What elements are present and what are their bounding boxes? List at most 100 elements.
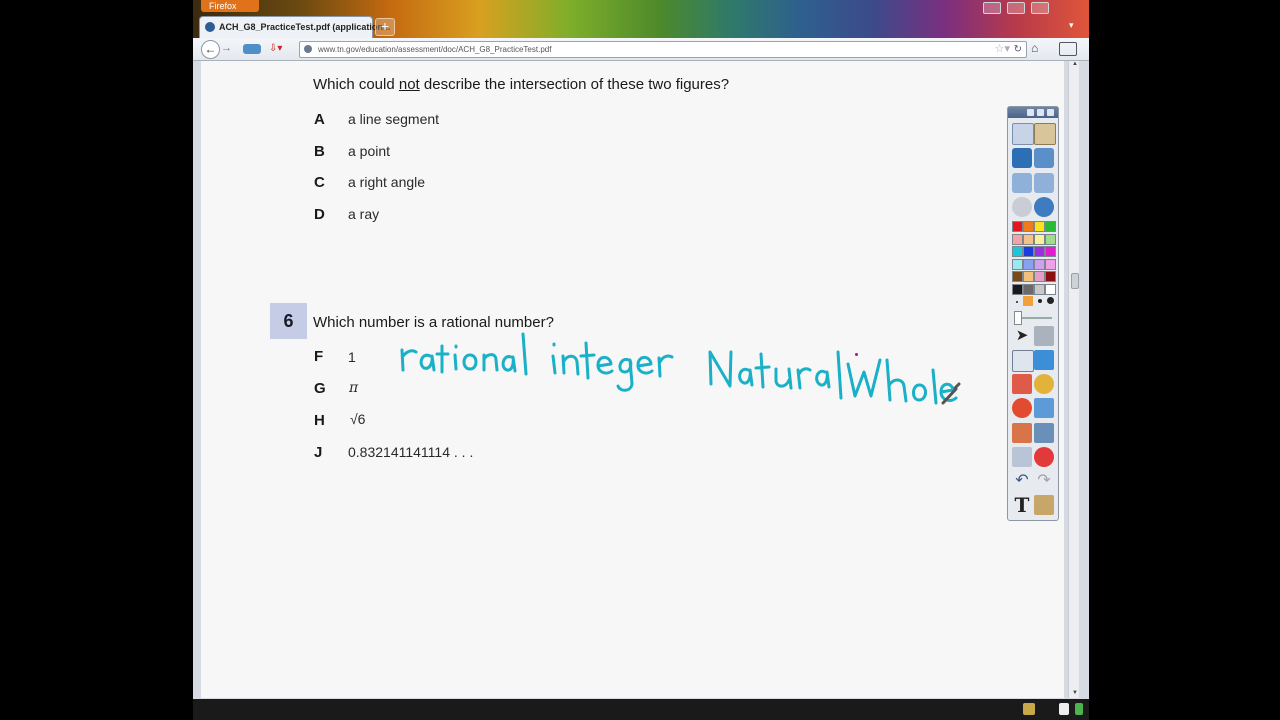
magic-pen-icon[interactable] (1034, 398, 1054, 418)
url-text: www.tn.gov/education/assessment/doc/ACH_… (318, 45, 552, 54)
color-swatch[interactable] (1012, 283, 1023, 295)
option-text: 1 (348, 349, 356, 365)
fill-icon[interactable] (1034, 374, 1054, 394)
color-swatch[interactable] (1045, 246, 1056, 257)
thin-line-icon[interactable] (1016, 301, 1018, 303)
color-swatch[interactable] (1045, 258, 1056, 270)
question-5-text: Which could not describe the intersectio… (313, 76, 730, 93)
scrollbar-thumb[interactable] (1071, 273, 1079, 289)
pdf-page: Which could not describe the intersectio… (201, 61, 1064, 698)
insert-media-icon[interactable] (1034, 423, 1054, 443)
color-swatch[interactable] (1034, 233, 1045, 245)
scroll-down-icon[interactable]: ▼ (1072, 690, 1078, 696)
color-swatch[interactable] (1023, 246, 1034, 257)
option-text: a ray (348, 206, 380, 222)
color-swatch[interactable] (1012, 271, 1023, 282)
slider-thumb[interactable] (1014, 311, 1022, 325)
color-swatch[interactable] (1012, 221, 1023, 232)
select-arrow-icon[interactable]: ➤ (1012, 326, 1032, 346)
menu-icon[interactable] (1059, 42, 1077, 56)
option-text: π (349, 380, 359, 396)
option-letter: F (314, 348, 324, 365)
color-swatch[interactable] (1034, 246, 1045, 257)
option-letter: A (314, 111, 325, 128)
redo-icon[interactable]: ↷ (1034, 471, 1054, 491)
url-bar[interactable]: www.tn.gov/education/assessment/doc/ACH_… (299, 41, 1027, 58)
home-icon[interactable]: ⌂ (1031, 41, 1047, 56)
pen-tool-icon[interactable] (1012, 350, 1034, 372)
download-status-icon[interactable] (1075, 703, 1083, 715)
refresh-icon[interactable] (1034, 447, 1054, 467)
option-text: a point (348, 143, 391, 159)
color-swatch[interactable] (1045, 233, 1056, 245)
back-button[interactable]: ← (201, 40, 220, 59)
highlighter-icon[interactable] (1034, 350, 1054, 370)
addon-status-icon[interactable] (1023, 703, 1035, 715)
color-swatch[interactable] (1034, 258, 1045, 270)
color-swatch[interactable] (1034, 221, 1045, 232)
eraser-icon[interactable] (1012, 374, 1032, 394)
previous-page-icon[interactable] (1012, 173, 1032, 193)
option-text: √6 (350, 411, 366, 427)
question-number-badge: 6 (270, 303, 307, 339)
option-text: a right angle (348, 174, 426, 190)
addon-icon[interactable] (243, 44, 261, 54)
page-sorter-icon[interactable] (1012, 123, 1034, 145)
screen-capture-icon[interactable] (1012, 148, 1032, 168)
screen-shade-icon[interactable] (1034, 148, 1054, 168)
text-tool-icon[interactable]: T (1012, 495, 1032, 515)
color-swatch[interactable] (1034, 271, 1045, 282)
tools-icon[interactable] (1034, 326, 1054, 346)
color-swatch[interactable] (1023, 258, 1034, 270)
color-swatch[interactable] (1023, 221, 1034, 232)
globe-icon (205, 22, 215, 32)
next-page-icon[interactable] (1034, 173, 1054, 193)
new-tab-button[interactable]: + (375, 18, 395, 36)
recorder-icon[interactable] (1012, 447, 1032, 467)
selected-width-icon[interactable] (1023, 296, 1033, 306)
palette-header[interactable] (1008, 107, 1058, 118)
forward-button[interactable]: → (221, 41, 233, 56)
site-identity-icon[interactable] (304, 45, 312, 53)
scroll-up-icon[interactable]: ▲ (1072, 61, 1078, 67)
color-swatch[interactable] (1045, 271, 1056, 282)
option-letter: J (314, 444, 323, 461)
thick-line-icon[interactable] (1047, 297, 1054, 304)
reload-icon[interactable]: ↻ (1014, 42, 1022, 57)
globe-tool-icon[interactable] (1034, 197, 1054, 217)
color-swatch[interactable] (1023, 271, 1034, 282)
color-swatch[interactable] (1012, 258, 1023, 270)
status-icon[interactable] (1059, 703, 1069, 715)
play-icon[interactable] (1012, 197, 1032, 217)
gallery-icon[interactable] (1034, 123, 1056, 145)
maximize-button[interactable] (1007, 2, 1025, 14)
color-swatch[interactable] (1045, 221, 1056, 232)
color-swatch[interactable] (1023, 233, 1034, 245)
undo-icon[interactable]: ↶ (1012, 471, 1032, 491)
list-all-tabs-icon[interactable]: ▾ (1069, 20, 1074, 31)
tab-title: ACH_G8_PracticeTest.pdf (application... (219, 22, 391, 32)
color-swatch[interactable] (1012, 233, 1023, 245)
minimize-button[interactable] (983, 2, 1001, 14)
vertical-scrollbar[interactable]: ▲ ▼ (1068, 61, 1079, 698)
palette-minimize-icon[interactable] (1037, 109, 1044, 116)
bookmark-star-icon[interactable]: ☆▾ (995, 42, 1010, 57)
tab-pdf[interactable]: ACH_G8_PracticeTest.pdf (application... (199, 16, 390, 39)
option-letter: G (314, 380, 326, 397)
medium-line-icon[interactable] (1038, 299, 1042, 303)
firefox-menu-button[interactable]: Firefox (201, 0, 259, 12)
palette-menu-icon[interactable] (1027, 109, 1034, 116)
color-swatch[interactable] (1012, 246, 1023, 257)
ink-dot (855, 353, 858, 356)
browser-window: Firefox ACH_G8_PracticeTest.pdf (applica… (193, 0, 1089, 720)
palette-close-icon[interactable] (1047, 109, 1054, 116)
customize-icon[interactable] (1034, 495, 1054, 515)
shapes-icon[interactable] (1012, 398, 1032, 418)
color-swatch[interactable] (1045, 283, 1056, 295)
insert-image-icon[interactable] (1012, 423, 1032, 443)
color-swatch[interactable] (1023, 283, 1034, 295)
download-icon[interactable]: ⇩▾ (269, 41, 289, 56)
color-swatch[interactable] (1034, 283, 1045, 295)
navigation-toolbar: ← → ⇩▾ www.tn.gov/education/assessment/d… (193, 38, 1089, 61)
close-button[interactable] (1031, 2, 1049, 14)
